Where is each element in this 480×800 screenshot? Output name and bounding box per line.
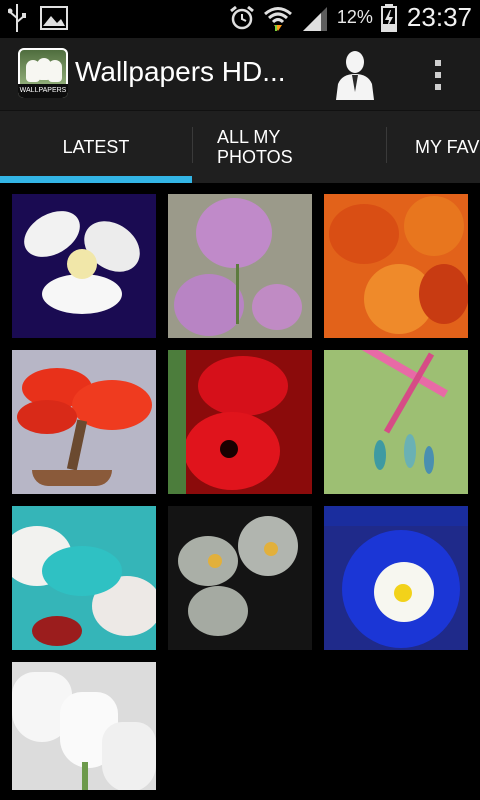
tab-all-my-photos[interactable]: ALL MY PHOTOS <box>217 111 367 183</box>
user-icon <box>336 51 374 100</box>
flower-center <box>394 584 412 602</box>
gallery-thumbnail-glass-flowers[interactable] <box>168 506 312 650</box>
overflow-menu-button[interactable] <box>420 52 456 98</box>
gallery-thumbnail-white-tulips[interactable] <box>12 662 156 790</box>
flower-center <box>220 440 238 458</box>
flower-bud <box>424 446 434 474</box>
petal <box>42 274 122 314</box>
tab-latest[interactable]: LATEST <box>0 111 192 183</box>
alarm-icon <box>229 5 254 29</box>
dahlia <box>196 198 272 268</box>
dahlia <box>174 274 244 336</box>
gallery-thumbnail-red-pansies[interactable] <box>168 350 312 494</box>
signal-icon <box>302 6 327 31</box>
stem <box>82 762 88 790</box>
tulip-shape <box>48 60 62 82</box>
active-tab-indicator <box>0 176 192 183</box>
tab-label-line: PHOTOS <box>217 147 293 167</box>
pot <box>32 470 112 486</box>
battery-percent: 12% <box>336 7 373 27</box>
flower-center <box>67 249 97 279</box>
overflow-menu-icon <box>435 60 441 66</box>
gallery-thumbnail-turquoise-orchids[interactable] <box>12 506 156 650</box>
flower-bud <box>374 440 386 470</box>
app-icon[interactable]: WALLPAPERS <box>18 48 68 98</box>
tab-label-line: ALL MY <box>217 127 281 147</box>
tab-divider <box>192 127 193 163</box>
tab-bar: LATEST ALL MY PHOTOS MY FAV <box>0 111 480 183</box>
tab-my-fav[interactable]: MY FAV <box>415 111 480 183</box>
gallery-thumbnail-blue-morning-glory[interactable] <box>324 506 468 650</box>
tulip <box>102 722 156 790</box>
gallery-thumbnail-purple-dahlias[interactable] <box>168 194 312 338</box>
gallery-thumbnail-orange-pansies[interactable] <box>324 194 468 338</box>
app-title: Wallpapers HD... <box>75 56 286 87</box>
flower-center <box>264 542 278 556</box>
dahlia <box>252 284 302 330</box>
overflow-menu-icon <box>435 84 441 90</box>
usb-icon <box>8 4 26 32</box>
stem <box>236 264 239 324</box>
user-button[interactable] <box>330 48 380 100</box>
flower-bud <box>404 434 416 468</box>
flower-center <box>208 554 222 568</box>
petal <box>42 546 122 596</box>
tab-all-my-photos-label: ALL MY PHOTOS <box>217 127 293 167</box>
gallery-thumbnail-pink-hanging-flowers[interactable] <box>324 350 468 494</box>
battery-charging-icon <box>380 3 397 32</box>
petal <box>324 506 468 526</box>
foliage <box>17 400 77 434</box>
app-icon-label: WALLPAPERS <box>18 84 68 98</box>
petal <box>404 196 464 256</box>
tab-divider <box>386 127 387 163</box>
action-bar: WALLPAPERS Wallpapers HD... <box>0 38 480 111</box>
notification-icons <box>8 4 68 32</box>
petal <box>329 204 399 264</box>
overflow-menu-icon <box>435 72 441 78</box>
image-icon <box>40 6 68 30</box>
foliage <box>168 350 186 494</box>
wifi-icon <box>263 6 292 31</box>
gallery-thumbnail-purple-white-flower[interactable] <box>12 194 156 338</box>
petal <box>198 356 288 416</box>
system-icons: 12% 23:37 <box>229 2 472 33</box>
gallery-thumbnail-red-bonsai-tree[interactable] <box>12 350 156 494</box>
clock: 23:37 <box>406 2 472 32</box>
status-bar: 12% 23:37 <box>0 0 480 38</box>
petal <box>32 616 82 646</box>
petal <box>188 586 248 636</box>
petal <box>419 264 468 324</box>
